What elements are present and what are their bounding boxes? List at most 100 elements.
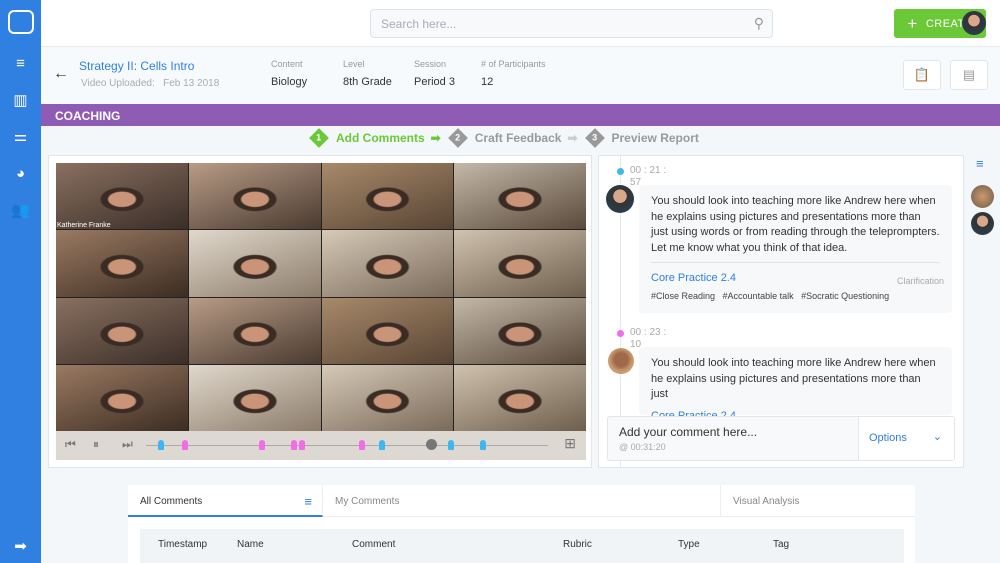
topbar: Search here... ⚲ + CREATE bbox=[41, 0, 1000, 46]
tab-visual-analysis[interactable]: Visual Analysis bbox=[721, 485, 915, 517]
search-input[interactable]: Search here... ⚲ bbox=[370, 9, 773, 38]
meta-label: Level bbox=[343, 59, 365, 69]
meta-label: Content bbox=[271, 59, 303, 69]
tab-label: All Comments bbox=[140, 496, 203, 507]
pause-icon[interactable]: ⏸ bbox=[93, 437, 99, 452]
timeline-scrubber[interactable] bbox=[146, 439, 548, 450]
add-to-screen-icon[interactable]: ⊞ bbox=[564, 435, 576, 452]
upload-date: Feb 13 2018 bbox=[163, 78, 220, 89]
sort-filter-icon[interactable]: ≡ bbox=[304, 494, 312, 509]
comment-marker[interactable] bbox=[379, 440, 386, 450]
video-player: Katherine Franke ⏮ ⏸ ⏭ ⊞ bbox=[48, 155, 592, 468]
playhead-knob[interactable] bbox=[426, 439, 438, 450]
chevron-down-icon: ⌄ bbox=[932, 431, 942, 443]
tab-my-comments[interactable]: My Comments bbox=[323, 485, 721, 517]
participant-tile bbox=[56, 364, 188, 431]
sliders-icon[interactable]: ⚌ bbox=[10, 126, 31, 147]
options-label: Options bbox=[869, 432, 907, 444]
meta-value: 12 bbox=[481, 76, 494, 88]
column-comment[interactable]: Comment bbox=[352, 539, 395, 550]
search-icon[interactable]: ⚲ bbox=[754, 15, 764, 32]
step-number: 1 bbox=[316, 132, 322, 143]
participant-tile bbox=[56, 163, 188, 230]
panel-icon: ▤ bbox=[962, 67, 976, 82]
user-avatar[interactable] bbox=[962, 11, 986, 35]
app-logo[interactable] bbox=[8, 10, 34, 34]
participant-tile bbox=[321, 364, 454, 431]
comment-input[interactable]: Add your comment here... bbox=[619, 425, 757, 439]
comment-marker[interactable] bbox=[158, 440, 165, 450]
table-header: Timestamp Name Comment Rubric Type Tag bbox=[140, 529, 904, 563]
tab-label: My Comments bbox=[335, 496, 400, 507]
meta-value: Period 3 bbox=[414, 76, 455, 88]
meta-value: Biology bbox=[271, 76, 308, 88]
filter-icon[interactable]: ≡ bbox=[10, 53, 31, 74]
filter-icon[interactable]: ≡ bbox=[976, 156, 984, 171]
comment-type: Clarification bbox=[896, 276, 944, 286]
options-dropdown[interactable]: Options ⌄ bbox=[858, 417, 954, 460]
participant-tile bbox=[454, 297, 586, 364]
bar-chart-icon[interactable]: ▥ bbox=[10, 90, 31, 111]
add-comment-box[interactable]: Add your comment here... @ 00:31:20 Opti… bbox=[607, 416, 955, 461]
pie-chart-icon[interactable]: ◕ bbox=[10, 163, 31, 184]
timeline-dot bbox=[617, 168, 624, 175]
comments-panel: 00 : 21 : 57 You should look into teachi… bbox=[598, 155, 964, 468]
comment-marker[interactable] bbox=[479, 440, 486, 450]
session-header: ← Strategy II: Cells Intro Video Uploade… bbox=[41, 46, 1000, 104]
reviewer-avatar-checked[interactable] bbox=[971, 212, 994, 235]
skip-forward-icon[interactable]: ⏭ bbox=[122, 437, 133, 452]
participant-tile bbox=[188, 230, 321, 297]
participant-tile bbox=[454, 230, 586, 297]
coaching-banner: COACHING bbox=[41, 104, 1000, 126]
participant-tile bbox=[188, 364, 321, 431]
column-name[interactable]: Name bbox=[237, 539, 264, 550]
clipboard-icon: 📋 bbox=[913, 67, 931, 82]
layout-toggle-button[interactable]: ▤ bbox=[950, 60, 988, 90]
column-rubric[interactable]: Rubric bbox=[563, 539, 592, 550]
search-placeholder: Search here... bbox=[381, 17, 457, 31]
meta-content: Content Biology bbox=[271, 59, 307, 88]
arrow-right-icon[interactable]: ➡ bbox=[10, 536, 31, 557]
player-controls: ⏮ ⏸ ⏭ ⊞ bbox=[56, 431, 586, 460]
column-timestamp[interactable]: Timestamp bbox=[158, 539, 207, 550]
comment-marker[interactable] bbox=[258, 440, 265, 450]
comment-marker[interactable] bbox=[290, 440, 297, 450]
clipboard-button[interactable]: 📋 bbox=[903, 60, 941, 90]
comment-card[interactable]: You should look into teaching more like … bbox=[639, 185, 952, 313]
arrow-right-icon: ➡ bbox=[430, 131, 441, 145]
comments-table: All Comments ≡ My Comments Visual Analysi… bbox=[128, 485, 915, 563]
video-frame[interactable] bbox=[56, 163, 586, 431]
session-title[interactable]: Strategy II: Cells Intro bbox=[79, 59, 194, 73]
participant-tile bbox=[188, 297, 321, 364]
reviewer-avatar-checked[interactable] bbox=[971, 185, 994, 208]
column-type[interactable]: Type bbox=[678, 539, 700, 550]
plus-icon: + bbox=[907, 14, 918, 33]
step-number: 3 bbox=[591, 132, 598, 143]
arrow-right-icon: ➡ bbox=[567, 131, 578, 145]
commenter-avatar bbox=[606, 185, 634, 213]
users-icon[interactable]: 👥 bbox=[10, 200, 31, 221]
comment-marker[interactable] bbox=[182, 440, 189, 450]
filter-rail: ≡ bbox=[964, 146, 1000, 476]
comment-text: You should look into teaching more like … bbox=[651, 357, 936, 400]
skip-back-icon[interactable]: ⏮ bbox=[65, 437, 76, 452]
divider bbox=[651, 262, 940, 263]
step-preview-report[interactable]: Preview Report bbox=[612, 131, 699, 145]
back-arrow-icon[interactable]: ← bbox=[53, 65, 69, 83]
meta-label: Session bbox=[414, 59, 447, 69]
tab-all-comments[interactable]: All Comments ≡ bbox=[128, 485, 323, 517]
comment-tags: #Close Reading #Accountable talk #Socrat… bbox=[651, 290, 890, 301]
step-number: 2 bbox=[455, 132, 461, 143]
participant-name: Katherine Franke bbox=[57, 222, 111, 229]
comment-marker[interactable] bbox=[298, 440, 305, 450]
step-1-badge: 1 bbox=[309, 128, 329, 148]
step-craft-feedback[interactable]: Craft Feedback bbox=[475, 131, 562, 145]
comment-card[interactable]: You should look into teaching more like … bbox=[639, 347, 952, 422]
comment-marker[interactable] bbox=[359, 440, 366, 450]
meta-session: Session Period 3 bbox=[414, 59, 455, 88]
participant-tile bbox=[188, 163, 321, 230]
column-tag[interactable]: Tag bbox=[773, 539, 789, 550]
step-2-badge: 2 bbox=[447, 128, 468, 148]
step-add-comments[interactable]: Add Comments bbox=[336, 131, 425, 145]
comment-marker[interactable] bbox=[447, 440, 454, 450]
